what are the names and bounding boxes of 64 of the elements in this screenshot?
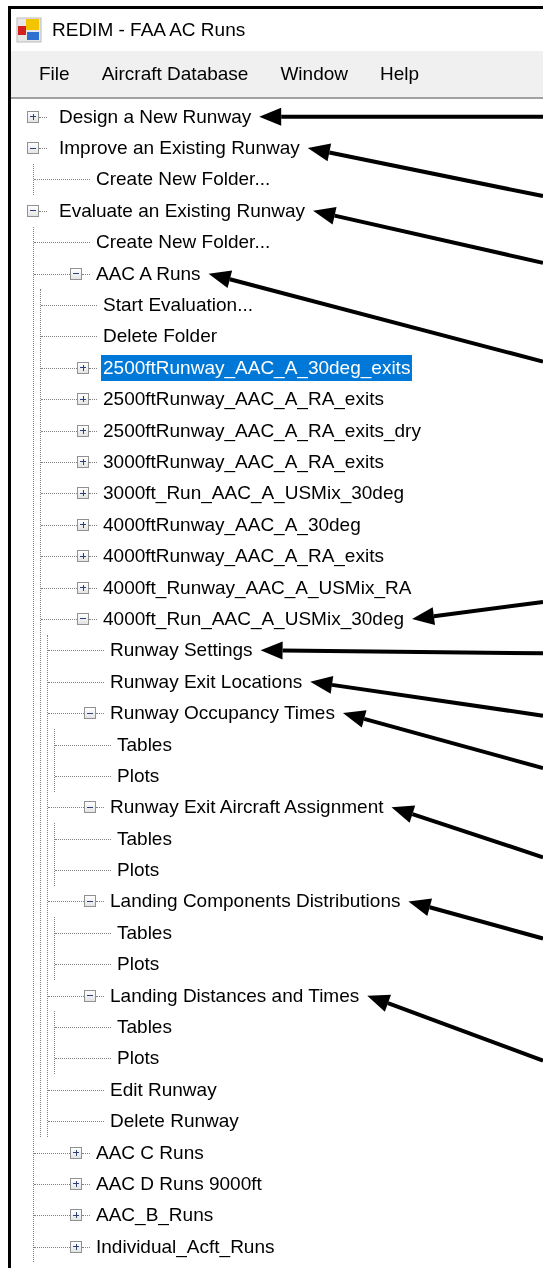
tree-item[interactable]: Landing Distances and Times <box>108 982 362 1009</box>
collapse-icon[interactable] <box>27 204 39 217</box>
tree-item[interactable]: 4000ftRunway_AAC_A_RA_exits <box>101 543 386 570</box>
tree-item[interactable]: Design a New Runway <box>57 103 254 130</box>
tree-item[interactable]: Plots <box>115 1045 162 1072</box>
tree-item[interactable]: Runway Exit Aircraft Assignment <box>108 794 386 821</box>
tree-item[interactable]: 2500ftRunway_AAC_A_RA_exits <box>101 386 386 413</box>
tree-item[interactable]: AAC D Runs 9000ft <box>94 1170 264 1197</box>
tree-item[interactable]: AAC A Runs <box>94 260 203 287</box>
tree-item[interactable]: Edit Runway <box>108 1076 219 1103</box>
tree-item[interactable]: Create New Folder... <box>94 229 273 256</box>
expand-icon[interactable] <box>77 393 89 406</box>
tree-item[interactable]: Runway Occupancy Times <box>108 700 337 727</box>
tree-item[interactable]: Create New Folder... <box>94 166 273 193</box>
expand-icon[interactable] <box>77 456 89 468</box>
tree-item[interactable]: AAC_B_Runs <box>94 1202 216 1229</box>
menu-item[interactable]: File <box>25 55 88 93</box>
tree-item[interactable]: 4000ft_Run_AAC_A_USMix_30deg <box>101 605 407 632</box>
tree-item[interactable]: Individual_Acft_Runs <box>94 1233 277 1260</box>
tree-item[interactable]: Plots <box>115 857 162 884</box>
tree-item[interactable]: Delete Runway <box>108 1108 241 1135</box>
tree-item[interactable]: 3000ft_Run_AAC_A_USMix_30deg <box>101 480 407 507</box>
expand-icon[interactable] <box>77 424 89 437</box>
tree-item[interactable]: Landing Components Distributions <box>108 888 403 915</box>
menu-item[interactable]: Aircraft Database <box>87 55 267 93</box>
expand-icon[interactable] <box>70 1146 82 1159</box>
expand-icon[interactable] <box>27 110 39 123</box>
tree-item[interactable]: 4000ft_Runway_AAC_A_USMix_RA <box>101 574 414 601</box>
tree-item[interactable]: Tables <box>115 919 174 946</box>
tree-item[interactable]: Plots <box>115 951 162 978</box>
tree-item[interactable]: Tables <box>115 731 174 758</box>
menu-item[interactable]: Window <box>266 55 366 93</box>
tree-item[interactable]: Improve an Existing Runway <box>57 135 302 162</box>
expand-icon[interactable] <box>77 550 89 563</box>
tree-item[interactable]: Tables <box>115 825 174 852</box>
tree-item[interactable]: 2500ftRunway_AAC_A_30deg_exits <box>101 354 413 381</box>
expand-icon[interactable] <box>77 487 89 500</box>
collapse-icon[interactable] <box>77 612 89 625</box>
tree-item[interactable]: 2500ftRunway_AAC_A_RA_exits_dry <box>101 417 423 444</box>
tree-item[interactable]: Start Evaluation... <box>101 292 255 319</box>
expand-icon[interactable] <box>77 581 89 594</box>
collapse-icon[interactable] <box>84 707 96 720</box>
tree-item[interactable]: Runway Settings <box>108 637 255 664</box>
tree-item[interactable]: Evaluate an Existing Runway <box>57 197 308 224</box>
tree-item[interactable]: AAC C Runs <box>94 1139 206 1166</box>
collapse-icon[interactable] <box>84 895 96 908</box>
tree-item[interactable]: Plots <box>115 762 162 789</box>
menu-item[interactable]: Help <box>366 55 438 93</box>
expand-icon[interactable] <box>70 1177 82 1190</box>
window-title: REDIM - FAA AC Runs <box>52 17 246 42</box>
collapse-icon[interactable] <box>70 267 82 280</box>
tree-item[interactable]: Runway Exit Locations <box>108 668 305 695</box>
tree-item[interactable]: Delete Folder <box>101 323 220 350</box>
app-icon <box>16 17 42 43</box>
expand-icon[interactable] <box>70 1240 82 1253</box>
collapse-icon[interactable] <box>27 142 39 155</box>
tree-item[interactable]: Tables <box>115 1014 174 1040</box>
tree-item[interactable]: 3000ftRunway_AAC_A_RA_exits <box>101 449 386 475</box>
collapse-icon[interactable] <box>84 801 96 814</box>
expand-icon[interactable] <box>77 361 89 374</box>
expand-icon[interactable] <box>77 518 89 531</box>
expand-icon[interactable] <box>70 1209 82 1222</box>
collapse-icon[interactable] <box>84 989 96 1002</box>
tree-item[interactable]: 4000ftRunway_AAC_A_30deg <box>101 511 363 538</box>
